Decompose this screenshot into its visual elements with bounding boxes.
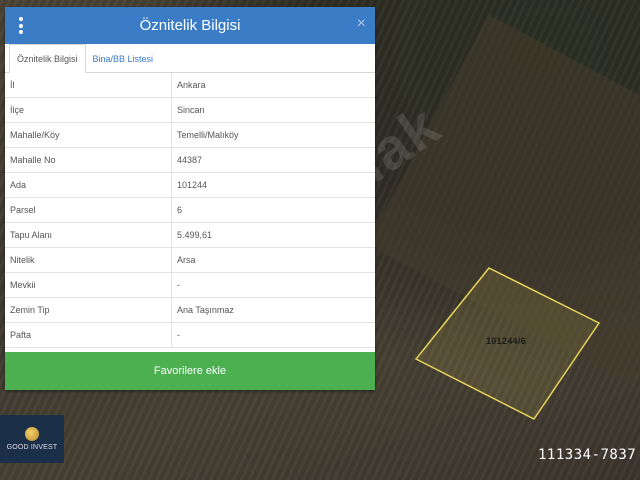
table-row: Zemin Tip Ana Taşınmaz: [5, 297, 375, 323]
table-row: İl Ankara: [5, 73, 375, 98]
table-row: Parsel 6: [5, 197, 375, 223]
row-key: Mahalle/Köy: [5, 122, 172, 148]
row-value: -: [171, 322, 375, 348]
panel-tabs: Öznitelik Bilgisi Bina/BB Listesi: [5, 44, 375, 73]
row-key: Mevkii: [5, 272, 172, 298]
row-key: İlçe: [5, 97, 172, 123]
row-key: Parsel: [5, 197, 172, 223]
tab-building-list[interactable]: Bina/BB Listesi: [86, 45, 161, 72]
row-key: Zemin Tip: [5, 297, 172, 323]
table-row: İlçe Sincan: [5, 97, 375, 123]
row-key: İl: [5, 73, 172, 98]
row-value: 5.499,61: [171, 222, 375, 248]
table-row: Mahalle/Köy Temelli/Malıköy: [5, 122, 375, 148]
tab-attributes[interactable]: Öznitelik Bilgisi: [9, 44, 86, 73]
row-key: Nitelik: [5, 247, 172, 273]
table-row: Mevkii -: [5, 272, 375, 298]
row-value: Ana Taşınmaz: [171, 297, 375, 323]
row-value: Ankara: [171, 73, 375, 98]
logo-text: GOOD INVEST: [6, 444, 58, 451]
table-row: Nitelik Arsa: [5, 247, 375, 273]
table-row: Ada 101244: [5, 172, 375, 198]
row-value: Temelli/Malıköy: [171, 122, 375, 148]
row-value: 44387: [171, 147, 375, 173]
row-value: Arsa: [171, 247, 375, 273]
row-value: 6: [171, 197, 375, 223]
logo-emblem-icon: [25, 427, 39, 441]
row-key: Mahalle No: [5, 147, 172, 173]
close-icon[interactable]: ×: [357, 15, 366, 33]
add-to-favorites-button[interactable]: Favorilere ekle: [5, 352, 375, 390]
row-key: Tapu Alanı: [5, 222, 172, 248]
table-row: Tapu Alanı 5.499,61: [5, 222, 375, 248]
table-row: Pafta -: [5, 322, 375, 348]
vertical-dots-icon[interactable]: [19, 17, 23, 34]
attribute-table: İl Ankara İlçe Sincan Mahalle/Köy Temelli/M…: [5, 73, 375, 348]
row-value: Sincan: [171, 97, 375, 123]
row-key: Ada: [5, 172, 172, 198]
listing-id: 111334-7837: [538, 447, 637, 463]
company-logo: GOOD INVEST: [0, 415, 64, 463]
row-value: -: [171, 272, 375, 298]
parcel-label: 101244/6: [486, 336, 526, 346]
panel-title: Öznitelik Bilgisi: [139, 17, 241, 34]
table-row: Mahalle No 44387: [5, 147, 375, 173]
row-value: 101244: [171, 172, 375, 198]
panel-header: Öznitelik Bilgisi ×: [5, 7, 375, 44]
attribute-panel: Öznitelik Bilgisi × Öznitelik Bilgisi Bi…: [5, 7, 375, 390]
row-key: Pafta: [5, 322, 172, 348]
